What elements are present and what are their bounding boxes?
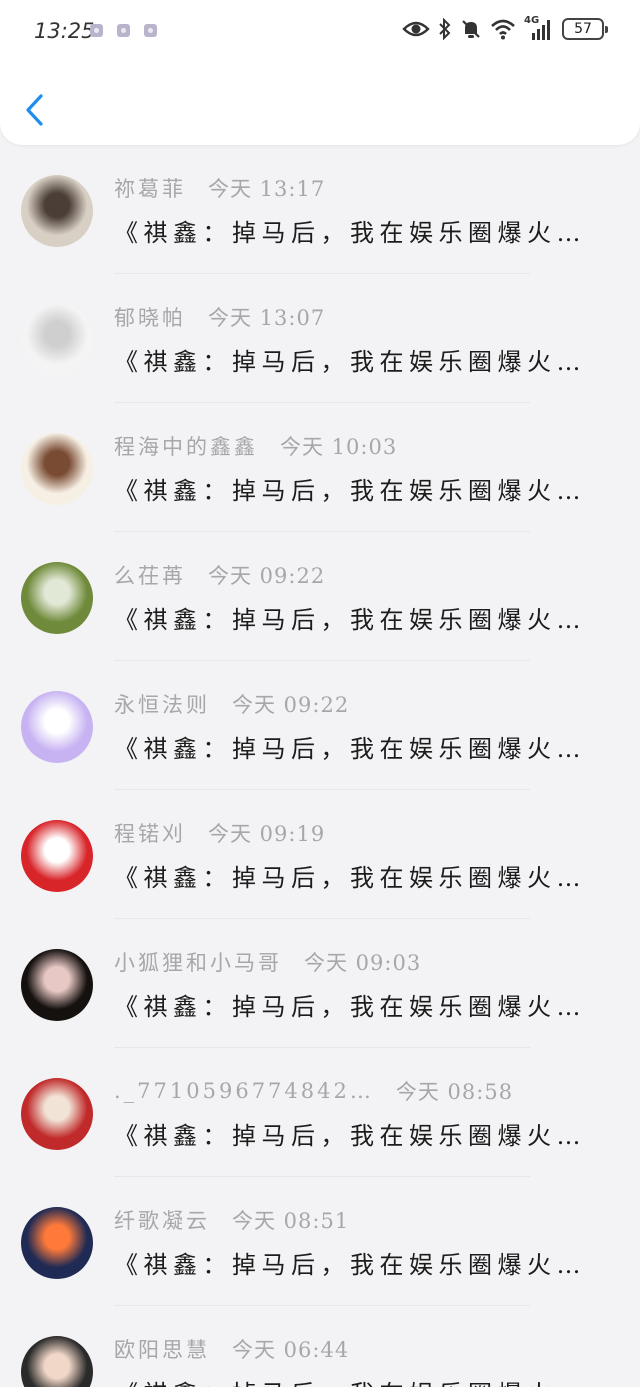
comment-meta: 程海中的鑫鑫 今天 10:03 [114,431,397,461]
cellular-signal-icon: 4G [524,15,554,41]
comment-time: 今天 13:07 [208,306,326,330]
user-avatar[interactable] [21,175,93,247]
mute-bell-icon [460,18,482,40]
comment-row[interactable]: 纤歌凝云 今天 08:51 《祺鑫：掉马后，我在娱乐圈爆火… [0,1177,640,1306]
comment-meta: 祢葛菲 今天 13:17 [114,173,325,203]
comment-message[interactable]: 《祺鑫：掉马后，我在娱乐圈爆火… [114,1374,614,1387]
comment-list: 祢葛菲 今天 13:17 《祺鑫：掉马后，我在娱乐圈爆火… 郁晓帕 今天 13:07 《祺… [0,145,640,1387]
user-name[interactable]: 欧阳思慧 [114,1334,210,1364]
battery-indicator: 57 [562,18,608,40]
chevron-left-icon [26,94,43,126]
comment-time: 今天 09:22 [208,564,326,588]
comment-time: 今天 08:58 [395,1080,514,1104]
user-name[interactable]: 祢葛菲 [114,173,186,203]
comment-meta: 程锘刈 今天 09:19 [114,818,325,848]
user-name[interactable]: 纤歌凝云 [114,1205,210,1235]
comment-time: 今天 09:03 [304,951,422,975]
comment-message[interactable]: 《祺鑫：掉马后，我在娱乐圈爆火… [114,471,614,507]
bluetooth-icon [438,18,452,40]
user-avatar[interactable] [21,433,93,505]
back-button[interactable] [22,92,48,128]
comment-time: 今天 08:51 [232,1209,350,1233]
battery-level: 57 [574,21,592,37]
app-notification-icon [144,24,157,37]
comment-message[interactable]: 《祺鑫：掉马后，我在娱乐圈爆火… [114,1116,614,1152]
system-icons: 4G 57 [402,15,608,41]
comment-meta: 纤歌凝云 今天 08:51 [114,1205,349,1235]
user-name[interactable]: 郁晓帕 [114,302,186,332]
user-avatar[interactable] [21,1207,93,1279]
comment-message[interactable]: 《祺鑫：掉马后，我在娱乐圈爆火… [114,600,614,636]
status-bar: 13:25 4G 57 [0,14,640,50]
comment-message[interactable]: 《祺鑫：掉马后，我在娱乐圈爆火… [114,858,614,894]
comment-meta: 小狐狸和小马哥 今天 09:03 [114,947,421,977]
comment-time: 今天 09:22 [232,693,350,717]
user-avatar[interactable] [21,562,93,634]
user-avatar[interactable] [21,1078,93,1150]
user-name[interactable]: 程海中的鑫鑫 [114,431,258,461]
comment-message[interactable]: 《祺鑫：掉马后，我在娱乐圈爆火… [114,1245,614,1281]
comment-row[interactable]: 欧阳思慧今天 06:44 《祺鑫：掉马后，我在娱乐圈爆火… [0,1306,640,1387]
comment-time: 今天 09:19 [208,822,326,846]
comment-meta: ._7710596774842… 今天 08:58 [114,1076,513,1106]
app-notification-icon [90,24,103,37]
comment-meta: 欧阳思慧 今天 06:44 [114,1334,349,1364]
user-avatar[interactable] [21,691,93,763]
user-avatar[interactable] [21,304,93,376]
notification-icons [90,24,157,37]
user-avatar[interactable] [21,949,93,1021]
comment-time: 今天 13:17 [208,177,326,201]
wifi-icon [490,18,516,40]
user-avatar[interactable] [21,1336,93,1387]
user-avatar[interactable] [21,820,93,892]
header-card: 13:25 4G 57 [0,0,640,145]
comment-row[interactable]: 祢葛菲 今天 13:17 《祺鑫：掉马后，我在娱乐圈爆火… [0,145,640,274]
comment-meta: 么茌苒 今天 09:22 [114,560,325,590]
user-name[interactable]: ._7710596774842… [114,1079,374,1103]
comment-row[interactable]: 郁晓帕 今天 13:07 《祺鑫：掉马后，我在娱乐圈爆火… [0,274,640,403]
comment-row[interactable]: 么茌苒 今天 09:22 《祺鑫：掉马后，我在娱乐圈爆火… [0,532,640,661]
app-notification-icon [117,24,130,37]
comment-row[interactable]: ._7710596774842… 今天 08:58 《祺鑫：掉马后，我在娱乐圈爆火… [0,1048,640,1177]
comment-message[interactable]: 《祺鑫：掉马后，我在娱乐圈爆火… [114,342,614,378]
eye-comfort-icon [402,19,430,39]
comment-row[interactable]: 永恒法则 今天 09:22 《祺鑫：掉马后，我在娱乐圈爆火… [0,661,640,790]
comment-message[interactable]: 《祺鑫：掉马后，我在娱乐圈爆火… [114,987,614,1023]
user-name[interactable]: 小狐狸和小马哥 [114,947,282,977]
comment-message[interactable]: 《祺鑫：掉马后，我在娱乐圈爆火… [114,729,614,765]
comment-row[interactable]: 程海中的鑫鑫 今天 10:03 《祺鑫：掉马后，我在娱乐圈爆火… [0,403,640,532]
user-name[interactable]: 么茌苒 [114,560,186,590]
comment-row[interactable]: 程锘刈 今天 09:19 《祺鑫：掉马后，我在娱乐圈爆火… [0,790,640,919]
user-name[interactable]: 永恒法则 [114,689,210,719]
comment-row[interactable]: 小狐狸和小马哥 今天 09:03 《祺鑫：掉马后，我在娱乐圈爆火… [0,919,640,1048]
comment-time: 今天 10:03 [280,435,398,459]
comment-meta: 郁晓帕 今天 13:07 [114,302,325,332]
comment-message[interactable]: 《祺鑫：掉马后，我在娱乐圈爆火… [114,213,614,249]
comment-time: 今天 06:44 [232,1338,350,1362]
user-name[interactable]: 程锘刈 [114,818,186,848]
status-time: 13:25 [34,19,95,43]
comment-meta: 永恒法则 今天 09:22 [114,689,349,719]
